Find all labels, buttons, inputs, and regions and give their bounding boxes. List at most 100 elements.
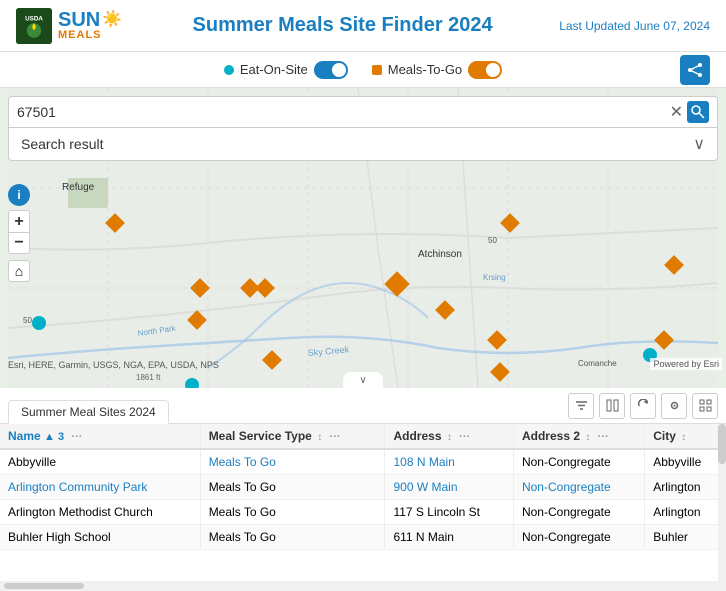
usda-logo-icon: USDA [16,8,52,44]
meals-to-go-toggle[interactable] [468,61,502,79]
grid-view-button[interactable] [692,393,718,419]
table-toolbar [568,393,718,419]
powered-by-esri: Powered by Esri [650,358,722,370]
map-marker-orange[interactable] [388,275,406,293]
table-row: Arlington Community ParkMeals To Go900 W… [0,475,726,500]
map-marker-orange[interactable] [493,365,507,379]
address2-more-icon[interactable]: ··· [598,431,609,443]
cell-address[interactable]: 108 N Main [385,449,514,475]
table-tab-summer-meal-sites[interactable]: Summer Meal Sites 2024 [8,400,169,424]
map-attribution: Esri, HERE, Garmin, USGS, NGA, EPA, USDA… [8,360,219,370]
map-marker-orange[interactable] [490,333,504,347]
cell-meal-service: Meals To Go [200,475,385,500]
refresh-button[interactable] [630,393,656,419]
search-box: ✕ Search result ∨ [8,96,718,161]
expand-map-handle[interactable]: ∨ [343,372,383,388]
map-marker-orange[interactable] [190,313,204,327]
map-label-refuge: Refuge [62,182,94,193]
search-result-label: Search result [21,136,103,152]
address2-sort-icon[interactable]: ↕ [585,432,590,443]
zoom-in-button[interactable]: + [8,210,30,232]
cell-address: 117 S Lincoln St [385,500,514,525]
table-body: AbbyvilleMeals To Go108 N MainNon-Congre… [0,449,726,550]
meal-sort-icon[interactable]: ↕ [317,432,322,443]
name-more-icon[interactable]: ··· [71,431,82,443]
table-tabs: Summer Meal Sites 2024 [8,388,169,423]
cell-meal-service[interactable]: Meals To Go [200,449,385,475]
name-sort-icon[interactable]: ▲ 3 [44,431,64,443]
eat-on-site-toggle-group: Eat-On-Site [224,61,348,79]
page-title: Summer Meals Site Finder 2024 [126,14,559,37]
map-marker-orange[interactable] [657,333,671,347]
address-more-icon[interactable]: ··· [459,431,470,443]
search-input[interactable] [17,104,670,120]
address-sort-icon[interactable]: ↕ [447,432,452,443]
map-marker-teal[interactable] [32,316,46,330]
col-header-address2: Address 2 ↕ ··· [513,424,644,449]
bottom-scrollbar-thumb[interactable] [4,583,84,589]
map-marker-orange[interactable] [193,281,207,295]
search-expand-button[interactable] [687,101,709,123]
table-row: AbbyvilleMeals To Go108 N MainNon-Congre… [0,449,726,475]
share-button[interactable] [680,55,710,85]
meals-to-go-toggle-group: Meals-To-Go [372,61,502,79]
info-button[interactable]: i [8,184,30,206]
eat-on-site-knob [332,63,346,77]
view-toggle-button[interactable] [661,393,687,419]
sun-text: SUN [58,10,100,30]
filter-button[interactable] [568,393,594,419]
map-marker-orange[interactable] [503,216,517,230]
svg-text:USDA: USDA [25,15,43,22]
cell-address2[interactable]: Non-Congregate [513,475,644,500]
search-expand-icon [691,105,705,119]
last-updated-text: Last Updated June 07, 2024 [559,19,710,33]
toggle-bar: Eat-On-Site Meals-To-Go [0,52,726,88]
table-scrollbar-thumb[interactable] [718,424,726,464]
meal-more-icon[interactable]: ··· [330,431,341,443]
col-header-city: City ↕ [645,424,726,449]
col-header-address: Address ↕ ··· [385,424,514,449]
zoom-out-button[interactable]: − [8,232,30,254]
map-label-atchinson: Atchinson [418,249,462,260]
bottom-scrollbar[interactable] [0,581,726,591]
map-marker-orange[interactable] [258,281,272,295]
eat-on-site-toggle[interactable] [314,61,348,79]
share-icon [687,62,703,78]
cell-name: Buhler High School [0,525,200,550]
search-clear-button[interactable]: ✕ [670,102,683,122]
sites-table: Name ▲ 3 ··· Meal Service Type ↕ ··· Add… [0,424,726,550]
map-area[interactable]: Sky Creek North Park Krsing 50 50 Comanc… [0,88,726,388]
map-marker-orange[interactable] [108,216,122,230]
columns-button[interactable] [599,393,625,419]
eat-on-site-label: Eat-On-Site [240,62,308,77]
name-col-label: Name [8,429,41,443]
table-area: Summer Meal Sites 2024 [0,388,726,591]
cell-city: Arlington [645,500,726,525]
chevron-down-icon: ∨ [693,134,705,154]
svg-text:50: 50 [488,236,497,245]
cell-city: Abbyville [645,449,726,475]
logo-area: USDA SUN ☀️ MEALS [16,8,126,44]
map-marker-orange[interactable] [667,258,681,272]
refresh-icon [637,399,650,412]
view-icon [668,399,681,412]
cell-meal-service: Meals To Go [200,500,385,525]
meals-to-go-label: Meals-To-Go [388,62,462,77]
home-button[interactable]: ⌂ [8,260,30,282]
cell-address[interactable]: 900 W Main [385,475,514,500]
cell-meal-service: Meals To Go [200,525,385,550]
table-header-row: Name ▲ 3 ··· Meal Service Type ↕ ··· Add… [0,424,726,449]
cell-name[interactable]: Arlington Community Park [0,475,200,500]
cell-address2: Non-Congregate [513,500,644,525]
table-scrollbar[interactable] [718,424,726,581]
map-marker-orange[interactable] [438,303,452,317]
cell-address: 611 N Main [385,525,514,550]
map-marker-teal[interactable] [185,378,199,388]
zoom-controls: + − [8,210,30,254]
map-marker-orange[interactable] [265,353,279,367]
svg-text:Comanche: Comanche [578,359,617,368]
city-sort-icon[interactable]: ↕ [681,432,686,443]
cell-name: Arlington Methodist Church [0,500,200,525]
search-result-row[interactable]: Search result ∨ [8,128,718,161]
cell-city: Arlington [645,475,726,500]
